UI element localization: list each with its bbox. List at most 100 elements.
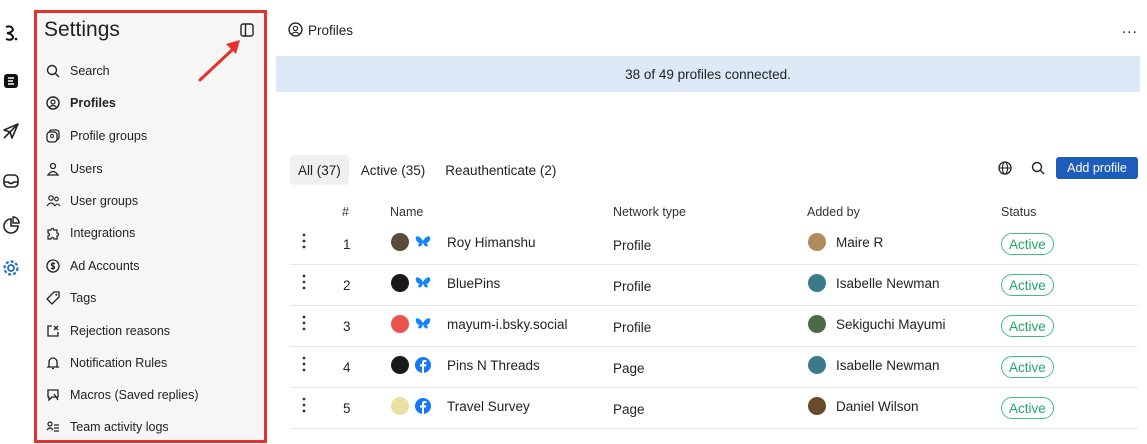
logo-icon[interactable] xyxy=(0,22,22,44)
dollar-icon xyxy=(44,257,62,275)
row-menu-icon[interactable] xyxy=(302,232,306,250)
column-header-status: Status xyxy=(1001,205,1037,219)
table-row[interactable]: 3 mayum-i.bsky.social Profile Sekiguchi May… xyxy=(290,306,1138,347)
sidebar-item-rejection-reasons[interactable]: Rejection reasons xyxy=(44,320,259,342)
tab-reauthenticate[interactable]: Reauthenticate (2) xyxy=(437,155,564,185)
network-type: Profile xyxy=(613,320,652,335)
sidebar-item-label: Search xyxy=(70,64,110,78)
macros-icon xyxy=(44,386,62,404)
added-by-name: Maire R xyxy=(836,235,884,250)
table-tools xyxy=(996,157,1062,179)
table-row[interactable]: 2 BluePins Profile Isabelle Newman Active xyxy=(290,265,1138,306)
icon-rail xyxy=(0,0,28,444)
send-icon[interactable] xyxy=(0,120,22,142)
added-by-avatar xyxy=(808,397,826,415)
sidebar-item-label: User groups xyxy=(70,194,139,208)
row-number: 3 xyxy=(343,319,351,334)
table-row[interactable]: 1 Roy Himanshu Profile Maire R Active xyxy=(290,224,1138,265)
profile-avatar xyxy=(391,233,409,251)
column-header-name: Name xyxy=(390,205,424,219)
profile-avatar xyxy=(391,397,409,415)
table-header: # Name Network type Added by Status xyxy=(290,205,1138,223)
more-options-button[interactable]: ... xyxy=(1122,20,1138,38)
sidebar-item-tags[interactable]: Tags xyxy=(44,287,259,309)
profile-name[interactable]: Pins N Threads xyxy=(447,358,540,373)
sidebar-item-macros[interactable]: Macros (Saved replies) xyxy=(44,384,259,406)
added-by-name: Daniel Wilson xyxy=(836,399,919,414)
added-by-avatar xyxy=(808,274,826,292)
sidebar-item-users[interactable]: Users xyxy=(44,158,259,180)
added-by-name: Sekiguchi Mayumi xyxy=(836,317,946,332)
table-row[interactable]: 5 Travel Survey Page Daniel Wilson Active xyxy=(290,388,1138,429)
added-by-name: Isabelle Newman xyxy=(836,358,940,373)
row-number: 2 xyxy=(343,278,351,293)
sidebar-item-team-activity-logs[interactable]: Team activity logs xyxy=(44,416,259,438)
row-number: 4 xyxy=(343,360,351,375)
profile-name[interactable]: Roy Himanshu xyxy=(447,235,536,250)
sidebar-item-label: Profiles xyxy=(70,96,116,110)
tag-icon xyxy=(44,289,62,307)
sidebar-item-label: Ad Accounts xyxy=(70,259,140,273)
page-title: Profiles xyxy=(308,23,354,38)
profile-icon xyxy=(44,94,62,112)
sidebar-item-profile-groups[interactable]: Profile groups xyxy=(44,125,259,147)
profile-tabs: All (37) Active (35) Reauthenticate (2) xyxy=(290,155,568,185)
column-header-number: # xyxy=(342,205,349,219)
profile-avatar xyxy=(391,356,409,374)
connection-banner: 38 of 49 profiles connected. xyxy=(276,56,1140,92)
added-by-avatar xyxy=(808,315,826,333)
column-header-added-by: Added by xyxy=(807,205,860,219)
column-header-network-type: Network type xyxy=(613,205,686,219)
sidebar-item-notification-rules[interactable]: Notification Rules xyxy=(44,352,259,374)
sidebar-title: Settings xyxy=(44,18,120,41)
profile-groups-icon xyxy=(44,127,62,145)
status-badge: Active xyxy=(1001,274,1054,296)
network-type: Page xyxy=(613,361,645,376)
facebook-icon xyxy=(414,356,432,374)
tab-all[interactable]: All (37) xyxy=(290,155,349,185)
status-badge: Active xyxy=(1001,315,1054,337)
sidebar-item-label: Users xyxy=(70,162,103,176)
inbox-icon[interactable] xyxy=(0,170,22,192)
status-badge: Active xyxy=(1001,356,1054,378)
sidebar-item-label: Rejection reasons xyxy=(70,324,171,338)
status-badge: Active xyxy=(1001,233,1054,255)
page-header: Profiles ... xyxy=(288,20,1138,42)
tab-active[interactable]: Active (35) xyxy=(353,155,434,185)
annotation-arrow-icon xyxy=(198,40,240,82)
bell-icon xyxy=(44,354,62,372)
added-by-avatar xyxy=(808,233,826,251)
profile-name[interactable]: BluePins xyxy=(447,276,500,291)
activity-icon xyxy=(44,418,62,436)
globe-icon[interactable] xyxy=(996,159,1014,177)
sidebar-item-label: Macros (Saved replies) xyxy=(70,388,199,402)
search-icon[interactable] xyxy=(1029,159,1047,177)
sidebar-item-ad-accounts[interactable]: Ad Accounts xyxy=(44,255,259,277)
row-menu-icon[interactable] xyxy=(302,314,306,332)
sidebar-item-label: Team activity logs xyxy=(70,420,169,434)
added-by-avatar xyxy=(808,356,826,374)
settings-icon[interactable] xyxy=(0,257,22,279)
bluesky-icon xyxy=(414,274,432,292)
brand-icon[interactable] xyxy=(0,70,22,92)
row-menu-icon[interactable] xyxy=(302,396,306,414)
row-menu-icon[interactable] xyxy=(302,273,306,291)
profile-icon xyxy=(288,22,303,37)
row-number: 5 xyxy=(343,401,351,416)
user-groups-icon xyxy=(44,192,62,210)
add-profile-button[interactable]: Add profile xyxy=(1056,157,1138,179)
sidebar-item-label: Profile groups xyxy=(70,129,148,143)
search-icon xyxy=(44,62,62,80)
row-menu-icon[interactable] xyxy=(302,355,306,373)
bluesky-icon xyxy=(414,315,432,333)
sidebar-item-user-groups[interactable]: User groups xyxy=(44,190,259,212)
added-by-name: Isabelle Newman xyxy=(836,276,940,291)
bluesky-icon xyxy=(414,233,432,251)
sidebar-item-profiles[interactable]: Profiles xyxy=(44,92,259,114)
analytics-icon[interactable] xyxy=(0,214,22,236)
sidebar-item-label: Notification Rules xyxy=(70,356,168,370)
table-row[interactable]: 4 Pins N Threads Page Isabelle Newman Active xyxy=(290,347,1138,388)
profile-name[interactable]: Travel Survey xyxy=(447,399,530,414)
sidebar-item-integrations[interactable]: Integrations xyxy=(44,222,259,244)
profile-name[interactable]: mayum-i.bsky.social xyxy=(447,317,568,332)
